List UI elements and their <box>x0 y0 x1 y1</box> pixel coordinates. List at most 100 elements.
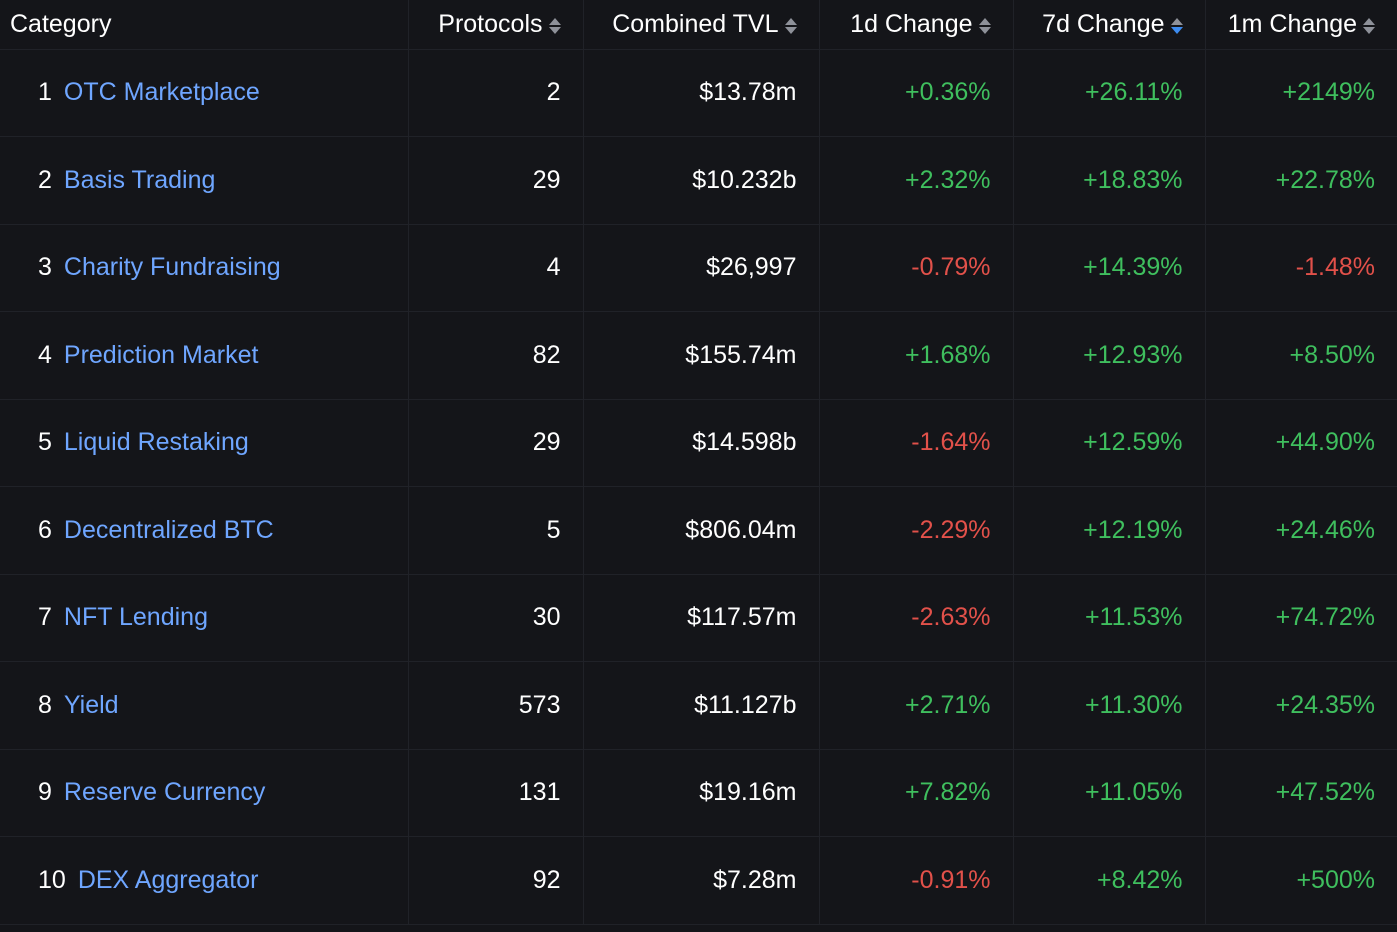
change-1d-cell: +2.71% <box>819 661 1014 750</box>
change-7d-cell: +12.93% <box>1013 311 1206 400</box>
category-link[interactable]: Liquid Restaking <box>64 428 249 456</box>
change-1d-cell: -0.91% <box>819 836 1014 925</box>
rank-number: 5 <box>38 428 52 457</box>
category-link[interactable]: DEX Aggregator <box>78 866 259 894</box>
categories-table: Category Protocols Combined TVL 1d Chang… <box>0 0 1397 925</box>
change-1d-cell: +2.32% <box>819 136 1014 225</box>
header-combined-tvl[interactable]: Combined TVL <box>583 0 820 50</box>
change-7d-cell: +26.11% <box>1013 49 1206 137</box>
category-link[interactable]: Decentralized BTC <box>64 516 274 544</box>
category-link[interactable]: Reserve Currency <box>64 778 265 806</box>
sort-icon[interactable] <box>784 18 797 35</box>
tvl-cell: $806.04m <box>583 486 820 575</box>
header-7d-label: 7d Change <box>1042 9 1165 38</box>
category-link[interactable]: Basis Trading <box>64 166 215 194</box>
table-row: 1 OTC Marketplace 2 $13.78m +0.36% +26.11… <box>0 49 1397 137</box>
table-row: 4 Prediction Market 82 $155.74m +1.68% +1… <box>0 311 1397 400</box>
change-7d-cell: +12.59% <box>1013 399 1206 487</box>
sort-up-icon <box>1363 18 1375 26</box>
change-1m-cell: -1.48% <box>1205 224 1397 312</box>
category-link[interactable]: Yield <box>64 691 119 719</box>
category-link[interactable]: Charity Fundraising <box>64 253 281 281</box>
header-1m-label: 1m Change <box>1227 9 1357 38</box>
category-cell: 4 Prediction Market <box>0 311 409 400</box>
sort-up-icon <box>1170 18 1183 26</box>
sort-icon[interactable] <box>978 18 991 35</box>
header-7d-change[interactable]: 7d Change <box>1013 0 1206 50</box>
table-row: 6 Decentralized BTC 5 $806.04m -2.29% +12… <box>0 486 1397 575</box>
category-cell: 5 Liquid Restaking <box>0 399 409 487</box>
header-1m-change[interactable]: 1m Change <box>1205 0 1397 50</box>
sort-active-icon[interactable] <box>1170 18 1183 35</box>
category-cell: 6 Decentralized BTC <box>0 486 409 575</box>
change-1m-cell: +22.78% <box>1205 136 1397 225</box>
category-link[interactable]: OTC Marketplace <box>64 78 260 106</box>
table-header: Category Protocols Combined TVL 1d Chang… <box>0 0 1397 50</box>
tvl-cell: $155.74m <box>583 311 820 400</box>
tvl-cell: $10.232b <box>583 136 820 225</box>
change-1m-cell: +74.72% <box>1205 574 1397 662</box>
rank-number: 7 <box>38 603 52 632</box>
protocols-cell: 131 <box>408 749 584 837</box>
table-body: 1 OTC Marketplace 2 $13.78m +0.36% +26.11… <box>0 49 1397 925</box>
rank-number: 2 <box>38 165 52 194</box>
change-7d-cell: +11.53% <box>1013 574 1206 662</box>
change-1d-cell: -1.64% <box>819 399 1014 487</box>
rank-number: 1 <box>38 78 52 107</box>
category-cell: 8 Yield <box>0 661 409 750</box>
tvl-cell: $11.127b <box>583 661 820 750</box>
change-1m-cell: +8.50% <box>1205 311 1397 400</box>
rank-number: 6 <box>38 515 52 544</box>
category-cell: 1 OTC Marketplace <box>0 49 409 137</box>
sort-down-icon <box>548 27 561 35</box>
sort-down-icon <box>784 27 797 35</box>
change-1m-cell: +2149% <box>1205 49 1397 137</box>
protocols-cell: 2 <box>408 49 584 137</box>
header-1d-change[interactable]: 1d Change <box>819 0 1014 50</box>
protocols-cell: 573 <box>408 661 584 750</box>
header-tvl-label: Combined TVL <box>612 9 779 38</box>
rank-number: 10 <box>38 865 66 894</box>
table-row: 7 NFT Lending 30 $117.57m -2.63% +11.53% … <box>0 574 1397 662</box>
table-row: 2 Basis Trading 29 $10.232b +2.32% +18.83… <box>0 136 1397 225</box>
header-protocols[interactable]: Protocols <box>408 0 584 50</box>
change-1m-cell: +47.52% <box>1205 749 1397 837</box>
rank-number: 8 <box>38 690 52 719</box>
sort-down-icon <box>978 27 991 35</box>
tvl-cell: $7.28m <box>583 836 820 925</box>
table-row: 10 DEX Aggregator 92 $7.28m -0.91% +8.42%… <box>0 836 1397 925</box>
protocols-cell: 92 <box>408 836 584 925</box>
header-row: Category Protocols Combined TVL 1d Chang… <box>0 0 1397 50</box>
table-row: 8 Yield 573 $11.127b +2.71% +11.30% +24.3… <box>0 661 1397 750</box>
change-7d-cell: +11.05% <box>1013 749 1206 837</box>
change-1d-cell: -2.63% <box>819 574 1014 662</box>
header-1d-label: 1d Change <box>850 9 973 38</box>
protocols-cell: 29 <box>408 399 584 487</box>
sort-down-icon <box>1363 27 1375 35</box>
change-1m-cell: +24.35% <box>1205 661 1397 750</box>
category-link[interactable]: NFT Lending <box>64 603 208 631</box>
table-row: 3 Charity Fundraising 4 $26,997 -0.79% +1… <box>0 224 1397 312</box>
category-link[interactable]: Prediction Market <box>64 341 259 369</box>
category-cell: 7 NFT Lending <box>0 574 409 662</box>
category-cell: 3 Charity Fundraising <box>0 224 409 312</box>
protocols-cell: 82 <box>408 311 584 400</box>
change-7d-cell: +18.83% <box>1013 136 1206 225</box>
tvl-cell: $19.16m <box>583 749 820 837</box>
change-1d-cell: +0.36% <box>819 49 1014 137</box>
sort-up-icon <box>978 18 991 26</box>
tvl-cell: $117.57m <box>583 574 820 662</box>
change-7d-cell: +8.42% <box>1013 836 1206 925</box>
header-category-label: Category <box>10 9 112 38</box>
change-7d-cell: +11.30% <box>1013 661 1206 750</box>
header-category: Category <box>0 0 409 50</box>
category-cell: 2 Basis Trading <box>0 136 409 225</box>
rank-number: 9 <box>38 778 52 807</box>
tvl-cell: $26,997 <box>583 224 820 312</box>
sort-icon[interactable] <box>1363 18 1375 35</box>
change-1m-cell: +44.90% <box>1205 399 1397 487</box>
rank-number: 4 <box>38 340 52 369</box>
sort-icon[interactable] <box>548 18 561 35</box>
change-7d-cell: +14.39% <box>1013 224 1206 312</box>
protocols-cell: 5 <box>408 486 584 575</box>
